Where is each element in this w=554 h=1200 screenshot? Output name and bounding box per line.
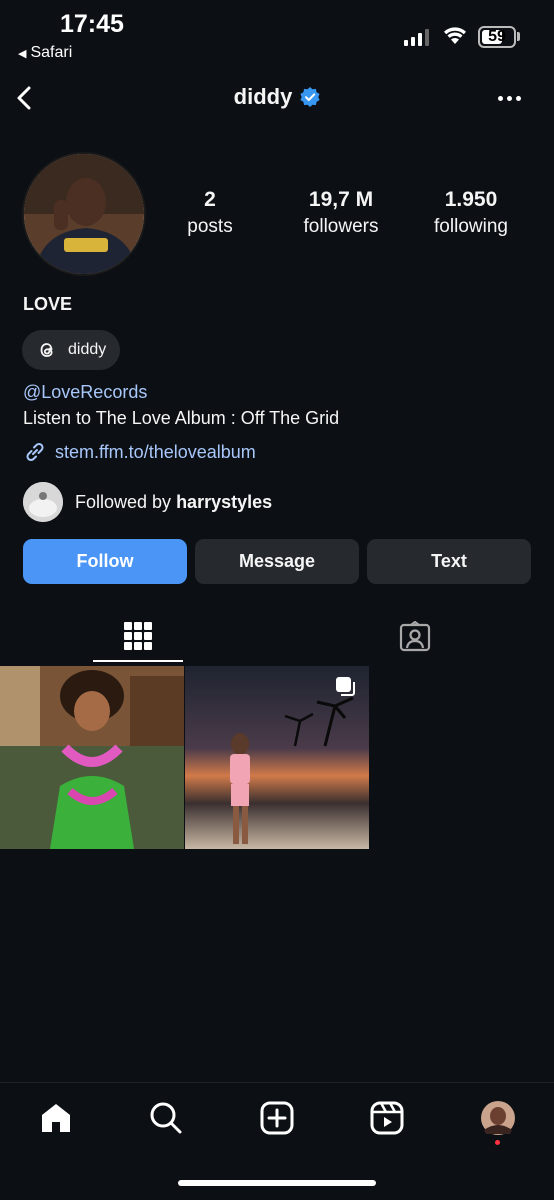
nav-reels[interactable] xyxy=(367,1098,407,1138)
home-indicator[interactable] xyxy=(178,1180,376,1186)
back-triangle-icon: ◀ xyxy=(18,47,27,60)
create-icon xyxy=(260,1101,294,1135)
post-image xyxy=(0,666,184,849)
battery-icon: 59 xyxy=(478,26,516,48)
nav-home[interactable] xyxy=(36,1098,76,1138)
grid-icon xyxy=(124,622,152,650)
battery-level: 59 xyxy=(488,28,506,45)
verified-badge-icon xyxy=(300,87,320,107)
nav-search[interactable] xyxy=(146,1098,186,1138)
posts-value: 2 xyxy=(204,188,216,211)
posts-count[interactable]: 2 posts xyxy=(150,188,270,238)
wifi-icon xyxy=(444,27,466,44)
following-value: 1.950 xyxy=(444,188,498,211)
nav-create[interactable] xyxy=(257,1098,297,1138)
tagged-icon xyxy=(399,621,431,652)
followed-by-user: harrystyles xyxy=(176,491,273,512)
signal-icon xyxy=(404,28,429,46)
profile-full-name: LOVE xyxy=(23,294,73,314)
profile-avatar-icon xyxy=(481,1101,515,1135)
threads-handle: diddy xyxy=(68,341,107,358)
more-options-icon[interactable] xyxy=(498,86,530,110)
follow-button[interactable]: Follow xyxy=(23,539,187,584)
followers-count[interactable]: 19,7 M followers xyxy=(281,188,401,238)
bio-link[interactable]: stem.ffm.to/thelovealbum xyxy=(23,440,256,464)
search-icon xyxy=(150,1102,182,1134)
bio-link-url: stem.ffm.to/thelovealbum xyxy=(55,441,256,462)
back-app-label: Safari xyxy=(30,44,73,61)
message-button[interactable]: Message xyxy=(195,539,359,584)
followed-by-prefix: Followed by xyxy=(75,491,172,512)
post-thumbnail[interactable] xyxy=(185,666,369,849)
reels-icon xyxy=(370,1101,404,1135)
back-to-app-link[interactable]: ◀ Safari xyxy=(18,44,72,62)
profile-avatar[interactable] xyxy=(22,152,146,276)
tab-tagged[interactable] xyxy=(370,612,460,662)
nav-profile[interactable] xyxy=(478,1098,518,1138)
bio-mention-link[interactable]: @LoveRecords xyxy=(23,382,147,403)
header-title: diddy xyxy=(0,84,554,110)
status-time: 17:45 xyxy=(60,10,124,38)
home-icon xyxy=(42,1104,70,1132)
threads-icon xyxy=(40,343,53,357)
avatar-photo xyxy=(24,154,144,274)
text-button[interactable]: Text xyxy=(367,539,531,584)
following-count[interactable]: 1.950 following xyxy=(411,188,531,238)
carousel-icon xyxy=(336,677,355,696)
link-icon xyxy=(26,442,44,462)
tab-posts-grid[interactable] xyxy=(93,612,183,662)
post-thumbnail[interactable] xyxy=(0,666,184,849)
followers-value: 19,7 M xyxy=(308,188,374,211)
followers-label: followers xyxy=(303,216,379,237)
profile-username: diddy xyxy=(233,84,293,109)
posts-label: posts xyxy=(187,216,233,237)
following-label: following xyxy=(434,216,508,237)
notification-dot xyxy=(495,1140,500,1145)
bio-text: Listen to The Love Album : Off The Grid xyxy=(23,408,340,428)
threads-badge[interactable]: diddy xyxy=(22,330,121,370)
followed-by-row[interactable]: Followed by harrystyles xyxy=(23,482,272,522)
follower-avatar xyxy=(23,482,63,522)
